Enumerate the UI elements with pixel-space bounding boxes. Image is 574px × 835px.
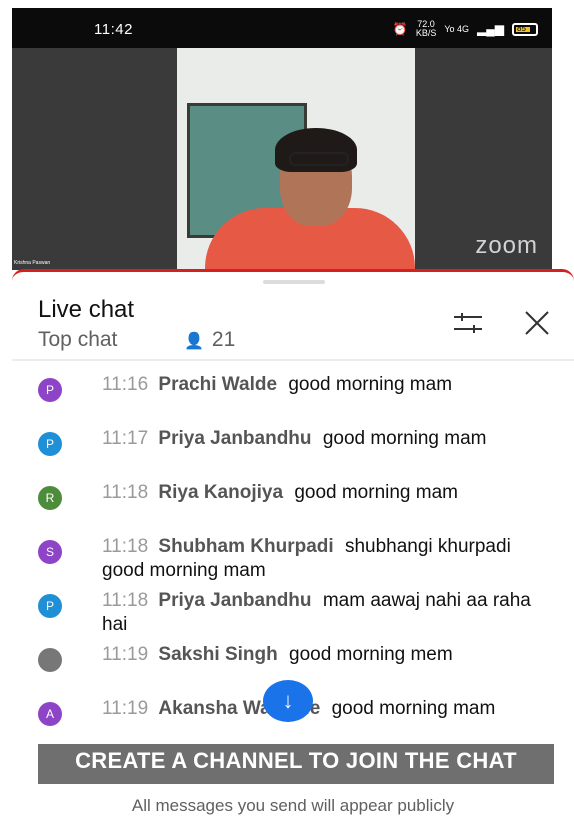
participant-glasses	[289, 152, 349, 166]
message-text: good morning mam	[288, 374, 453, 395]
battery-icon: 85	[512, 22, 538, 36]
participant-name: Krishna Paswan	[14, 260, 51, 266]
message-time: 11:18	[102, 590, 149, 611]
avatar[interactable]: R	[38, 486, 62, 510]
chat-title: Live chat	[38, 296, 135, 323]
message-author[interactable]: Priya Janbandhu	[158, 590, 311, 611]
message-body: 11:18 Shubham Khurpadi shubhangi khurpad…	[102, 535, 542, 583]
message-text: good morning mam	[322, 428, 487, 449]
scroll-to-bottom-button[interactable]: ↓	[263, 680, 313, 722]
signal-icon: ▂▄▆	[477, 22, 504, 36]
message-time: 11:18	[102, 536, 149, 557]
message-text: good morning mam	[294, 482, 459, 503]
close-icon[interactable]	[522, 308, 552, 338]
message-time: 11:17	[102, 428, 149, 449]
avatar[interactable]: P	[38, 432, 62, 456]
chat-mode-selector[interactable]: Top chat	[38, 328, 117, 352]
chat-message-list[interactable]: P 11:16 Prachi Walde good morning mam P …	[12, 365, 574, 728]
avatar[interactable]: P	[38, 378, 62, 402]
message-body: 11:19 Sakshi Singh good morning mem	[102, 643, 542, 667]
alarm-icon: ⏰	[392, 22, 408, 36]
live-chat-panel: Live chat Top chat 👤 21 P 11:16 Prachi Wa…	[12, 269, 574, 835]
message-text: good morning mam	[331, 698, 496, 719]
message-body: 11:16 Prachi Walde good morning mam	[102, 373, 542, 397]
avatar[interactable]: A	[38, 702, 62, 726]
avatar[interactable]: P	[38, 594, 62, 618]
message-body: 11:19 Akansha Wankule good morning mam	[102, 697, 542, 721]
message-body: 11:18 Priya Janbandhu mam aawaj nahi aa …	[102, 589, 542, 637]
message-author[interactable]: Priya Janbandhu	[158, 428, 311, 449]
header-divider	[12, 359, 574, 361]
network-speed: 72.0 KB/S	[415, 19, 437, 38]
message-author[interactable]: Riya Kanojiya	[158, 482, 283, 503]
arrow-down-icon: ↓	[282, 688, 294, 713]
message-author[interactable]: Sakshi Singh	[158, 644, 277, 665]
message-author[interactable]: Prachi Walde	[158, 374, 277, 395]
viewer-count: 👤 21	[184, 328, 236, 351]
message-time: 11:19	[102, 644, 149, 665]
drag-handle[interactable]	[263, 280, 325, 284]
avatar[interactable]: S	[38, 540, 62, 564]
viewer-icon: 👤	[184, 333, 204, 350]
message-time: 11:18	[102, 482, 149, 503]
message-body: 11:18 Riya Kanojiya good morning mam	[102, 481, 542, 505]
video-player[interactable]: Krishna Paswan zoom	[12, 48, 552, 270]
network-label: Yo 4G	[444, 24, 470, 34]
create-channel-button[interactable]: CREATE A CHANNEL TO JOIN THE CHAT	[38, 744, 554, 784]
status-time: 11:42	[94, 21, 133, 38]
zoom-watermark: zoom	[475, 232, 538, 259]
message-time: 11:19	[102, 698, 149, 719]
avatar-photo[interactable]	[38, 648, 62, 672]
status-icons: ⏰ 72.0 KB/S Yo 4G ▂▄▆ 85	[393, 20, 538, 38]
public-notice: All messages you send will appear public…	[131, 796, 455, 815]
message-time: 11:16	[102, 374, 149, 395]
participant-video	[177, 48, 415, 270]
message-body: 11:17 Priya Janbandhu good morning mam	[102, 427, 542, 451]
message-text: good morning mem	[289, 644, 453, 665]
message-author[interactable]: Shubham Khurpadi	[158, 536, 333, 557]
status-bar: 11:42 ⏰ 72.0 KB/S Yo 4G ▂▄▆ 85	[12, 8, 552, 48]
filter-icon[interactable]	[452, 312, 484, 334]
